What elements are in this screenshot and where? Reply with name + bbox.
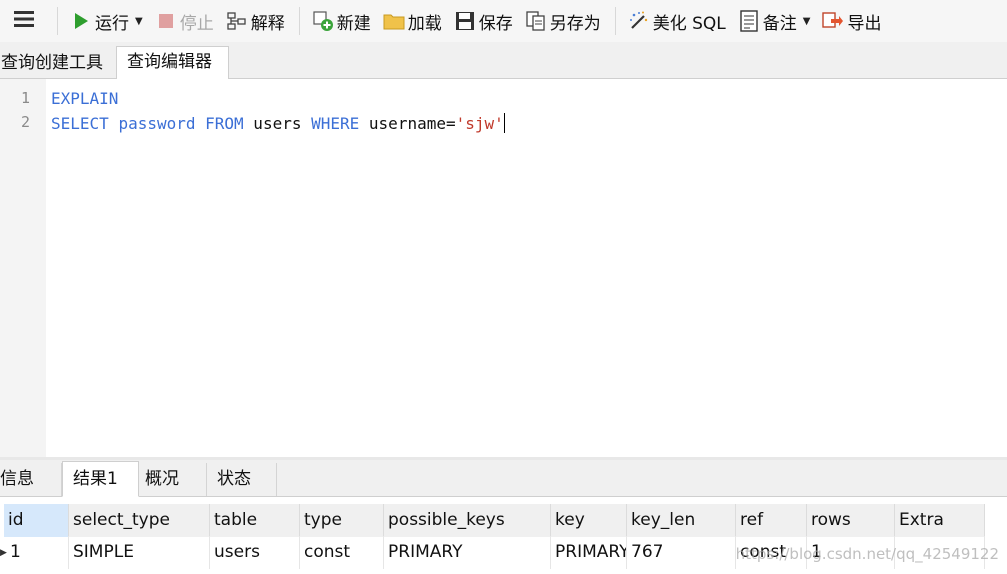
explain-button[interactable]: 解释 [221,6,290,36]
tab-query-editor[interactable]: 查询编辑器 [116,46,229,80]
save-as-label: 另存为 [549,13,601,34]
result-tab-bar: 信息 结果1 概况 状态 [0,460,1007,497]
column-header-table[interactable]: table [210,504,300,537]
folder-icon [383,10,405,32]
cell-key[interactable]: PRIMARY [551,536,627,569]
run-button[interactable]: 运行 ▼ [65,6,148,36]
toolbar-separator [57,7,58,35]
new-query-icon [312,10,334,32]
note-label: 备注 [762,13,797,34]
export-button[interactable]: 导出 [817,6,886,36]
sql-editor[interactable]: 1 2 EXPLAIN SELECT password FROM users W… [0,79,1007,457]
save-as-icon [525,10,547,32]
code-text: username= [359,114,456,133]
toolbar-separator [614,7,616,35]
tab-result1[interactable]: 结果1 [62,461,139,497]
explain-icon [226,10,248,32]
tab-info[interactable]: 信息 [0,463,62,496]
run-dropdown-chevron-down-icon[interactable]: ▼ [135,16,143,27]
play-icon [70,10,92,32]
save-icon [454,10,476,32]
string-literal: 'sjw' [455,114,504,133]
keyword-from: FROM [205,114,244,133]
line-number-gutter: 1 2 [0,79,46,457]
line-number: 1 [20,89,30,107]
load-label: 加载 [407,13,442,34]
keyword-where: WHERE [311,114,360,133]
text-cursor [503,113,505,133]
cell-type[interactable]: const [300,536,384,569]
load-button[interactable]: 加载 [378,6,447,36]
cell-key-len[interactable]: 767 [627,536,736,569]
note-icon [738,10,760,32]
export-icon [822,10,844,32]
keyword-explain: EXPLAIN [51,89,119,108]
stop-button[interactable]: 停止 [150,6,219,36]
cell-id[interactable]: 1 [6,536,69,569]
new-label: 新建 [336,13,371,34]
column-header-extra[interactable]: Extra [895,504,985,537]
beautify-sql-label: 美化 SQL [652,13,726,34]
note-dropdown-chevron-down-icon[interactable]: ▼ [803,16,811,27]
cell-table[interactable]: users [210,536,300,569]
line-number: 2 [20,113,30,131]
hamburger-icon [14,10,34,33]
column-header-select-type[interactable]: select_type [69,504,210,537]
save-as-button[interactable]: 另存为 [520,6,606,36]
column-header-possible-keys[interactable]: possible_keys [384,504,551,537]
column-header-type[interactable]: type [300,504,384,537]
new-button[interactable]: 新建 [307,6,376,36]
explain-label: 解释 [250,13,285,34]
beautify-sql-button[interactable]: 美化 SQL [623,6,731,36]
toolbar-separator [298,7,300,35]
run-label: 运行 [95,13,129,34]
export-label: 导出 [847,13,882,34]
watermark-text: https://blog.csdn.net/qq_42549122 [735,545,999,563]
magic-wand-icon [628,10,650,32]
save-button[interactable]: 保存 [449,6,518,36]
column-header-id[interactable]: id [4,504,69,537]
column-header-rows[interactable]: rows [807,504,895,537]
note-button[interactable]: 备注 ▼ [733,6,816,36]
code-text: users [243,114,312,133]
cell-possible-keys[interactable]: PRIMARY [384,536,551,569]
code-line-1[interactable]: EXPLAIN [51,89,118,108]
keyword-password: password [118,114,196,133]
column-header-key[interactable]: key [551,504,627,537]
save-label: 保存 [478,13,513,34]
toolbar: 运行 ▼ 停止 解释 新建 加载 保存 另存为 美化 SQL 备注 ▼ 导出 [0,0,1007,42]
tab-profile[interactable]: 概况 [140,463,207,496]
tab-query-builder[interactable]: 查询创建工具 [0,47,114,79]
editor-tab-bar: 查询创建工具 查询编辑器 [0,42,1007,80]
stop-icon [155,10,177,32]
grid-header-row: id select_type table type possible_keys … [0,504,1007,539]
keyword-select: SELECT [51,114,109,133]
cell-select-type[interactable]: SIMPLE [69,536,210,569]
code-line-2[interactable]: SELECT password FROM users WHERE usernam… [51,113,505,133]
column-header-ref[interactable]: ref [736,504,807,537]
stop-label: 停止 [179,13,214,34]
column-header-key-len[interactable]: key_len [627,504,736,537]
tab-status[interactable]: 状态 [207,463,277,496]
menu-button[interactable] [0,6,48,36]
